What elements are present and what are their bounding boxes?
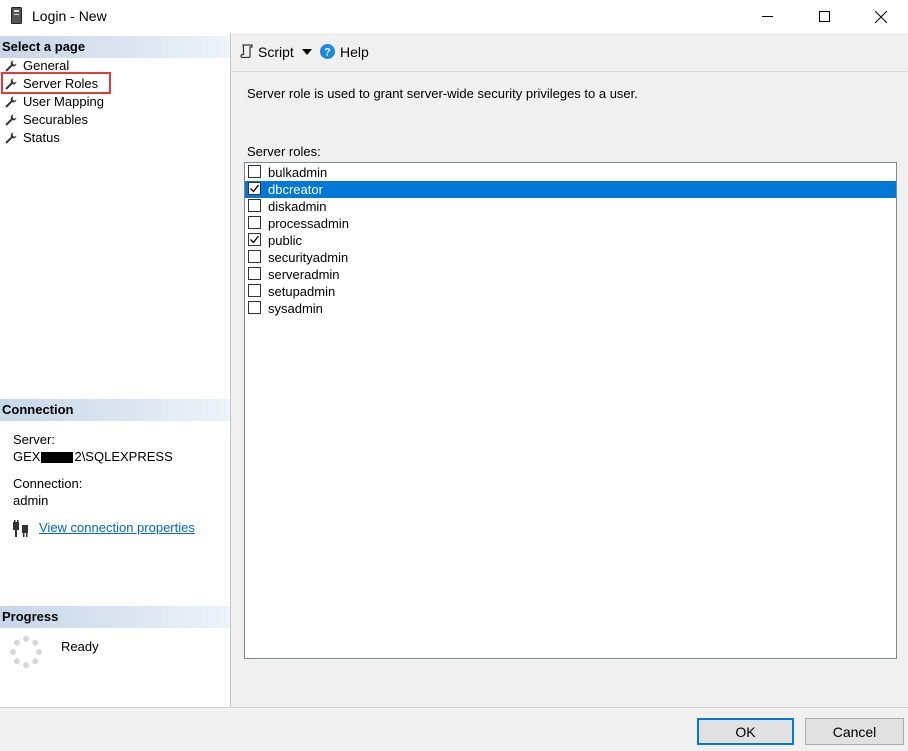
page-item-label: Securables [23, 112, 89, 127]
server-value-suffix: 2\SQLEXPRESS [74, 449, 173, 464]
help-icon: ? [320, 44, 335, 59]
maximize-button[interactable] [801, 0, 847, 33]
page-item-label: User Mapping [23, 94, 104, 109]
server-value-prefix: GEX [13, 449, 41, 464]
role-checkbox[interactable] [248, 301, 261, 314]
dialog-button-bar: OK Cancel [0, 707, 908, 751]
page-list: General Server Roles User Mapping Secura… [0, 57, 230, 147]
role-name: securityadmin [268, 250, 349, 265]
app-icon [11, 7, 22, 24]
progress-header: Progress [0, 606, 230, 628]
redacted-block [41, 452, 74, 464]
page-item-label: Status [23, 130, 60, 145]
script-button[interactable]: Script [258, 44, 294, 60]
role-name: sysadmin [268, 301, 323, 316]
wrench-icon [5, 114, 17, 126]
maximize-icon [818, 11, 830, 22]
connection-label: Connection: [13, 476, 83, 491]
role-name: dbcreator [268, 182, 323, 197]
role-row-securityadmin[interactable]: securityadmin [245, 249, 896, 266]
select-page-header: Select a page [0, 36, 230, 58]
role-row-setupadmin[interactable]: setupadmin [245, 283, 896, 300]
role-checkbox[interactable] [248, 216, 261, 229]
role-name: bulkadmin [268, 165, 328, 180]
script-icon [240, 44, 253, 58]
page-item-server-roles[interactable]: Server Roles [0, 72, 230, 94]
role-name: diskadmin [268, 199, 327, 214]
role-row-dbcreator[interactable]: dbcreator [245, 181, 896, 198]
role-row-diskadmin[interactable]: diskadmin [245, 198, 896, 215]
progress-status: Ready [61, 639, 99, 654]
description-text: Server role is used to grant server-wide… [247, 86, 638, 101]
role-name: public [268, 233, 302, 248]
cancel-button[interactable]: Cancel [805, 718, 904, 745]
role-checkbox[interactable] [248, 199, 261, 212]
close-icon [875, 10, 887, 23]
role-row-sysadmin[interactable]: sysadmin [245, 300, 896, 317]
role-name: processadmin [268, 216, 349, 231]
page-item-status[interactable]: Status [0, 129, 230, 147]
title-bar: Login - New [0, 0, 908, 33]
minimize-icon [761, 16, 773, 17]
role-checkbox[interactable] [248, 233, 261, 246]
role-row-public[interactable]: public [245, 232, 896, 249]
role-checkbox[interactable] [248, 182, 261, 195]
close-button[interactable] [858, 0, 904, 33]
server-label: Server: [13, 432, 55, 447]
wrench-icon [5, 60, 17, 72]
checkmark-icon [250, 235, 259, 244]
minimize-button[interactable] [744, 0, 790, 33]
page-item-user-mapping[interactable]: User Mapping [0, 93, 230, 111]
window-title: Login - New [32, 8, 107, 24]
connection-value: admin [13, 493, 49, 508]
view-connection-properties-link[interactable]: View connection properties [39, 520, 195, 535]
plug-icon [13, 520, 28, 537]
role-name: serveradmin [268, 267, 340, 282]
role-checkbox[interactable] [248, 267, 261, 280]
role-row-serveradmin[interactable]: serveradmin [245, 266, 896, 283]
role-checkbox[interactable] [248, 165, 261, 178]
wrench-icon [5, 96, 17, 108]
page-item-securables[interactable]: Securables [0, 111, 230, 129]
toolbar: Script ? Help [231, 33, 908, 72]
help-button[interactable]: Help [340, 44, 369, 60]
wrench-icon [5, 132, 17, 144]
wrench-icon [5, 78, 17, 90]
role-checkbox[interactable] [248, 250, 261, 263]
main-pane: Script ? Help Server role is used to gra… [231, 33, 908, 707]
role-checkbox[interactable] [248, 284, 261, 297]
role-row-bulkadmin[interactable]: bulkadmin [245, 164, 896, 181]
left-pane: Select a page General Server Roles User … [0, 33, 231, 707]
progress-spinner-icon [10, 636, 42, 668]
selection-highlight [1, 72, 111, 94]
page-item-label: General [23, 58, 70, 73]
server-roles-list[interactable]: bulkadmin dbcreator diskadmin processadm… [244, 162, 897, 659]
chevron-down-icon[interactable] [302, 49, 312, 55]
svg-text:?: ? [324, 47, 331, 59]
role-row-processadmin[interactable]: processadmin [245, 215, 896, 232]
checkmark-icon [250, 184, 259, 193]
ok-button[interactable]: OK [697, 718, 794, 745]
role-name: setupadmin [268, 284, 336, 299]
server-value: GEX 2\SQLEXPRESS [13, 449, 173, 464]
server-roles-label: Server roles: [247, 144, 321, 159]
connection-header: Connection [0, 399, 230, 421]
